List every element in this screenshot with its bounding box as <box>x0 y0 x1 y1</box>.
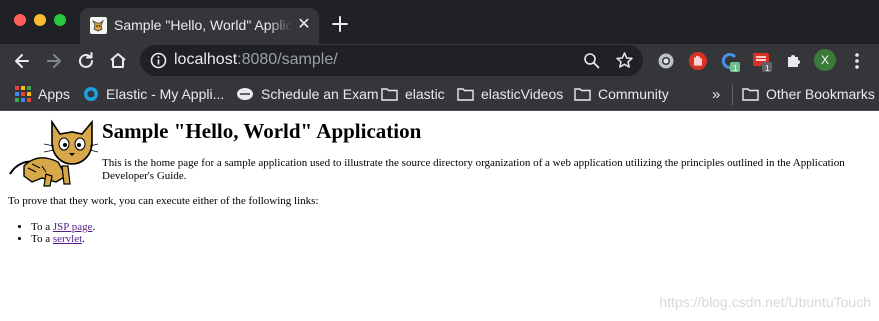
extension-calendar-icon[interactable] <box>751 50 773 72</box>
schedule-icon <box>237 88 253 100</box>
folder-icon <box>457 88 474 101</box>
tab-title: Sample "Hello, World" Applicat <box>114 17 292 33</box>
bookmark-label: Apps <box>38 86 70 102</box>
extension-hand-icon[interactable] <box>687 50 709 72</box>
page-title: Sample "Hello, World" Application <box>102 119 422 143</box>
bookmark-folder-elastic[interactable]: elastic <box>381 84 445 104</box>
back-icon[interactable] <box>11 50 33 72</box>
bookmark-elastic-app[interactable]: Elastic - My Appli... <box>83 84 224 104</box>
close-window-button[interactable] <box>14 14 26 26</box>
site-info-icon[interactable] <box>150 52 167 69</box>
url-host: localhost <box>174 51 238 68</box>
link-prefix: To a <box>31 233 53 245</box>
tab-close-icon[interactable]: ✕ <box>296 16 312 34</box>
tab-active[interactable]: Sample "Hello, World" Applicat ✕ <box>80 8 319 44</box>
bookmarks-overflow-button[interactable]: » <box>712 84 720 104</box>
avatar-letter: X <box>820 53 829 67</box>
bookmark-label: Community <box>598 86 669 102</box>
url-path: :8080/sample/ <box>237 51 338 68</box>
servlet-link[interactable]: servlet <box>53 233 82 245</box>
bookmark-other-bookmarks[interactable]: Other Bookmarks <box>742 84 875 104</box>
intro-paragraph: This is the home page for a sample appli… <box>102 157 845 182</box>
new-tab-icon[interactable] <box>330 14 350 34</box>
bookmark-label: elastic <box>405 86 445 102</box>
maximize-window-button[interactable] <box>54 14 66 26</box>
tomcat-logo <box>9 119 99 187</box>
extension-c-icon[interactable] <box>719 50 741 72</box>
overflow-chevron-icon: » <box>712 85 721 103</box>
toolbar: localhost:8080/sample/ 1 1 X <box>0 44 879 78</box>
extension-badge-b: 1 <box>765 64 770 73</box>
bookmark-folder-community[interactable]: Community <box>574 84 669 104</box>
minimize-window-button[interactable] <box>34 14 46 26</box>
folder-icon <box>381 88 398 101</box>
url-text[interactable]: localhost:8080/sample/ <box>174 51 338 69</box>
menu-kebab-icon[interactable] <box>846 50 868 72</box>
star-icon[interactable] <box>615 51 634 70</box>
tomcat-favicon-icon <box>90 17 107 34</box>
apps-grid-icon <box>15 86 31 102</box>
browser-chrome: Sample "Hello, World" Applicat ✕ localho… <box>0 0 879 111</box>
tab-strip: Sample "Hello, World" Applicat ✕ <box>0 0 879 44</box>
bookmark-label: Other Bookmarks <box>766 86 875 102</box>
bookmark-schedule-exam[interactable]: Schedule an Exam <box>236 84 379 104</box>
puzzle-icon[interactable] <box>783 50 805 72</box>
page-content: Sample "Hello, World" Application This i… <box>0 111 879 321</box>
list-item: To a servlet. <box>31 233 95 245</box>
extension-badge-a: 1 <box>733 64 738 73</box>
bookmark-label: Schedule an Exam <box>261 86 379 102</box>
folder-icon <box>742 88 759 101</box>
forward-icon[interactable] <box>43 50 65 72</box>
link-suffix: . <box>82 233 85 245</box>
folder-icon <box>574 88 591 101</box>
home-icon[interactable] <box>107 50 129 72</box>
list-item: To a JSP page. <box>31 221 95 233</box>
bookmarks-bar: Apps Elastic - My Appli... Schedule an E… <box>0 78 879 111</box>
bookmark-label: elasticVideos <box>481 86 564 102</box>
bookmark-label: Elastic - My Appli... <box>106 86 225 102</box>
elastic-icon <box>84 87 98 101</box>
watermark: https://blog.csdn.net/UbuntuTouch <box>659 294 871 310</box>
reload-icon[interactable] <box>75 50 97 72</box>
links-list: To a JSP page. To a servlet. <box>31 221 95 245</box>
bookmark-folder-elasticvideos[interactable]: elasticVideos <box>457 84 563 104</box>
link-suffix: . <box>92 221 96 233</box>
link-prefix: To a <box>31 221 53 233</box>
bookmarks-divider <box>732 85 733 105</box>
extension-circle-icon[interactable] <box>655 50 677 72</box>
avatar[interactable]: X <box>814 49 836 71</box>
zoom-icon[interactable] <box>583 52 600 69</box>
bookmark-apps[interactable]: Apps <box>15 84 70 104</box>
address-bar[interactable]: localhost:8080/sample/ <box>140 45 643 76</box>
prove-text: To prove that they work, you can execute… <box>8 195 319 207</box>
jsp-page-link[interactable]: JSP page <box>53 221 93 233</box>
